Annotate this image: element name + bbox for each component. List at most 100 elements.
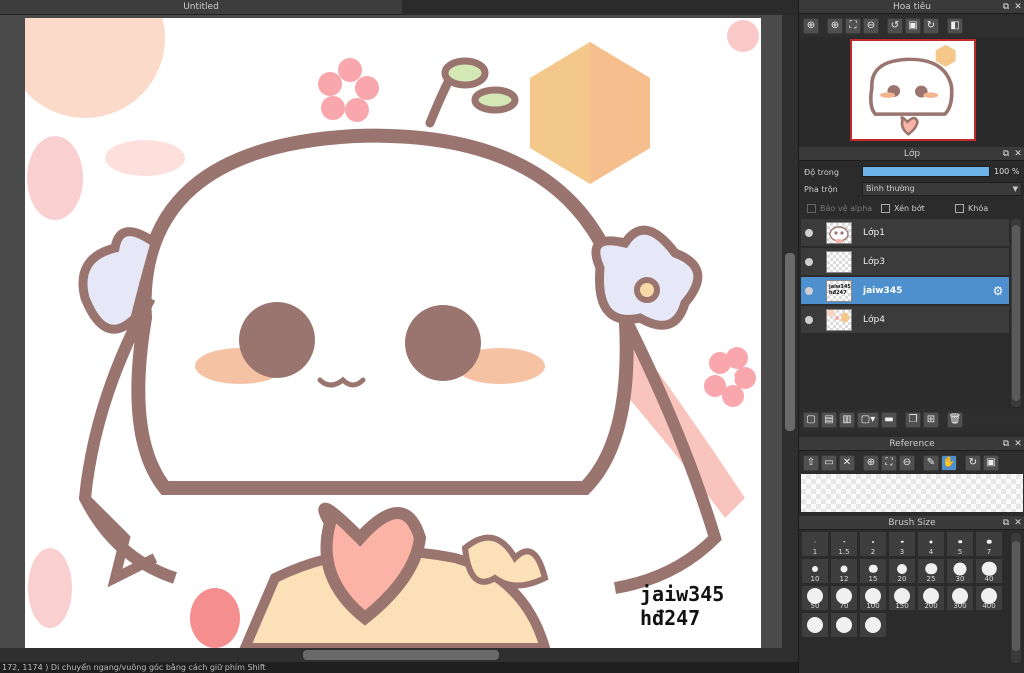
undock-icon[interactable]: ⧉ [1002,437,1010,451]
checkbox-icon [807,203,816,213]
layer-row-selected[interactable]: jaiw345 hđ247 jaiw345 ⚙ [801,277,1009,305]
zoom-in-icon[interactable]: ⊕ [863,455,879,471]
protect-alpha-checkbox[interactable]: Bảo vệ alpha [807,202,872,214]
undock-icon[interactable]: ⧉ [1002,0,1010,14]
brush-size-option[interactable]: 25 [917,558,945,584]
brush-size-label: 400 [982,602,996,610]
canvas-viewport[interactable]: jaiw345 hđ247 [0,15,782,648]
brush-size-option[interactable]: 150 [888,585,916,611]
fit-screen-icon[interactable]: ▣ [983,455,999,471]
visibility-icon[interactable] [805,258,813,266]
brush-size-option[interactable]: 4 [917,531,945,557]
canvas-horizontal-scrollbar[interactable] [0,648,798,662]
gear-icon[interactable]: ⚙ [991,284,1005,298]
brush-size-option[interactable]: 7 [975,531,1003,557]
brush-dot-icon [986,539,992,544]
drawing-canvas[interactable]: jaiw345 hđ247 [25,18,761,648]
close-icon[interactable]: ✕ [839,455,855,471]
close-icon[interactable]: ✕ [1014,437,1022,451]
brush-size-scrollbar[interactable] [1011,533,1021,663]
document-tab[interactable]: Untitled [0,0,402,15]
undock-icon[interactable]: ⧉ [1002,516,1010,530]
brush-size-option[interactable]: 40 [975,558,1003,584]
tab-bar-empty [402,0,798,15]
zoom-in-icon[interactable]: ⊕ [827,18,843,34]
brush-size-option[interactable]: 12 [830,558,858,584]
vertical-scroll-thumb[interactable] [785,253,795,431]
new-layer-icon[interactable]: ▢ [803,412,819,428]
navigator-preview-area [799,37,1024,143]
close-icon[interactable]: ✕ [1014,516,1022,530]
fit-icon[interactable]: ⛶ [881,455,897,471]
layer-row[interactable]: Lớp3 [801,248,1009,276]
brush-dot-icon [807,617,823,633]
clipping-checkbox[interactable]: Xén bớt [881,202,925,214]
brush-size-option[interactable] [830,612,858,638]
lock-checkbox[interactable]: Khóa [955,202,988,214]
visibility-icon[interactable] [805,287,813,295]
visibility-icon[interactable] [805,316,813,324]
fit-icon[interactable]: ⛶ [845,18,861,34]
brush-size-option[interactable]: 5 [946,531,974,557]
brush-size-option[interactable]: 400 [975,585,1003,611]
horizontal-scroll-thumb[interactable] [303,650,499,660]
layer-panel-title: Lớp [903,149,921,159]
navigator-preview[interactable] [850,39,976,141]
zoom-out-icon[interactable]: ⊖ [863,18,879,34]
hand-icon[interactable]: ✋ [941,455,957,471]
brush-dot-icon [865,617,881,633]
brush-size-option[interactable]: 15 [859,558,887,584]
close-icon[interactable]: ✕ [1014,0,1022,14]
brush-size-option[interactable]: 2 [859,531,887,557]
layer-list-scrollbar[interactable] [1011,219,1021,407]
brush-size-option[interactable]: 3 [888,531,916,557]
brush-size-option[interactable]: 50 [801,585,829,611]
merge-layer-icon[interactable]: ⊞ [923,412,939,428]
brush-size-option[interactable] [859,612,887,638]
new-layer-8bit-icon[interactable]: ▤ [821,412,837,428]
layer-name: jaiw345 [863,286,903,296]
brush-size-option[interactable]: 1 [801,531,829,557]
layer-scroll-thumb[interactable] [1012,225,1020,401]
brush-size-option[interactable]: 300 [946,585,974,611]
canvas-vertical-scrollbar[interactable] [782,15,798,648]
eyedropper-icon[interactable]: ✎ [923,455,939,471]
flip-icon[interactable]: ◧ [947,18,963,34]
brush-size-option[interactable]: 30 [946,558,974,584]
brush-size-option[interactable]: 100 [859,585,887,611]
rotate-right-icon[interactable]: ↻ [923,18,939,34]
trash-icon[interactable]: 🗑 [947,412,963,428]
brush-size-option[interactable]: 20 [888,558,916,584]
brush-dot-icon [897,563,907,574]
brush-size-option[interactable]: 10 [801,558,829,584]
protect-alpha-label: Bảo vệ alpha [820,203,873,213]
zoom-in-icon[interactable]: ⊕ [803,18,819,34]
brush-scroll-thumb[interactable] [1012,541,1020,651]
duplicate-layer-icon[interactable]: ❐ [905,412,921,428]
brush-size-option[interactable]: 1.5 [830,531,858,557]
brush-size-label: 15 [868,575,878,583]
rotate-icon[interactable]: ↻ [965,455,981,471]
visibility-icon[interactable] [805,229,813,237]
blend-mode-select[interactable]: Bình thường ▼ [862,182,1022,196]
layer-row[interactable]: Lớp1 [801,219,1009,247]
add-layer-dropdown-icon[interactable]: ▢▾ [857,412,879,428]
brush-dot-icon [812,565,818,572]
layer-row[interactable]: Lớp4 [801,306,1009,334]
open-folder-icon[interactable]: ▭ [821,455,837,471]
undock-icon[interactable]: ⧉ [1002,147,1010,161]
opacity-slider[interactable] [862,166,990,177]
new-layer-1bit-icon[interactable]: ▥ [839,412,855,428]
rotate-left-icon[interactable]: ↺ [887,18,903,34]
folder-icon[interactable]: ▬ [881,412,897,428]
brush-size-option[interactable]: 200 [917,585,945,611]
upload-icon[interactable]: ⇧ [803,455,819,471]
reference-canvas[interactable] [801,474,1023,512]
fit-screen-icon[interactable]: ▣ [905,18,921,34]
brush-size-option[interactable]: 70 [830,585,858,611]
close-icon[interactable]: ✕ [1014,147,1022,161]
layer-list: Lớp1 Lớp3 jaiw345 hđ247 jaiw345 ⚙ Lớp4 [799,217,1024,409]
zoom-out-icon[interactable]: ⊖ [899,455,915,471]
reference-title: Reference [889,439,935,449]
brush-size-option[interactable] [801,612,829,638]
